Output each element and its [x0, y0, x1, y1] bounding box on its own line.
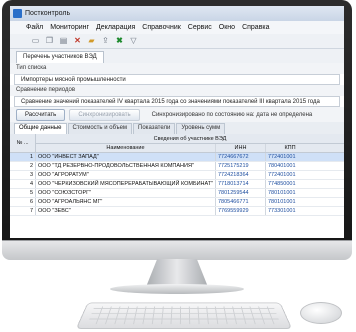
tab-general-data[interactable]: Общие данные: [14, 123, 67, 134]
menu-bar: Файл Мониторинг Декларация Справочник Се…: [10, 21, 344, 34]
table-row[interactable]: 5 ООО "СОЮЗСТОРГ" 7801259544 780101001: [10, 189, 344, 198]
row-kpp: 774850001: [268, 181, 296, 187]
column-inn-header[interactable]: ИНН: [216, 144, 266, 152]
table-row[interactable]: 2 ООО "ТД РЕЗЕРВНО-ПРОДОВОЛЬСТВЕННАЯ КОМ…: [10, 162, 344, 171]
group-header-label: Сведения об участнике ВЭД: [153, 136, 227, 142]
row-name: ООО "ИНВЕСТ ЗАПАД": [36, 153, 216, 161]
monitor-stand: [110, 284, 244, 294]
menu-reference[interactable]: Справочник: [142, 24, 181, 31]
participants-grid: № ... Сведения об участнике ВЭД Наименов…: [10, 134, 344, 216]
sync-status: Синхронизировано по состоянию на: дата н…: [151, 111, 313, 118]
toolbar: ▭ ❐ ▤ ✕ ▰ ⇪ ✖ ▽: [10, 34, 344, 49]
row-inn: 7769559929: [216, 207, 266, 215]
tab-cost-volume[interactable]: Стоимость и объем: [67, 123, 133, 134]
calculate-button[interactable]: Рассчитать: [16, 108, 66, 121]
data-tabs: Общие данные Стоимость и объем Показател…: [10, 122, 344, 134]
table-row[interactable]: 3 ООО "АГРОРАТУМ" 7724218364 772401001: [10, 171, 344, 180]
column-name-header[interactable]: Наименование: [36, 144, 216, 152]
menu-help[interactable]: Справка: [242, 24, 269, 31]
row-inn: 7724667672: [216, 153, 266, 161]
table-row[interactable]: 4 ООО "ЧЕРКИЗОВСКИЙ МЯСОПЕРЕРАБАТЫВАЮЩИЙ…: [10, 180, 344, 189]
row-name: ООО "ЧЕРКИЗОВСКИЙ МЯСОПЕРЕРАБАТЫВАЮЩИЙ К…: [36, 180, 216, 188]
grid-column-headers: Наименование ИНН КПП: [36, 144, 344, 153]
table-row[interactable]: 1 ООО "ИНВЕСТ ЗАПАД" 7724667672 77240100…: [10, 153, 344, 162]
keyboard-keys: [87, 306, 281, 325]
app-icon: [13, 9, 22, 18]
column-number-header[interactable]: № ...: [10, 134, 36, 153]
period-field[interactable]: Сравнение значений показателей IV кварта…: [14, 96, 340, 107]
monitor-neck: [146, 259, 208, 287]
menu-service[interactable]: Сервис: [188, 24, 212, 31]
mouse: [300, 302, 342, 324]
menu-window[interactable]: Окно: [219, 24, 235, 31]
row-name: ООО "СОЮЗСТОРГ": [36, 189, 216, 197]
row-name: ООО "АГРОАЛЬЯНС МГ": [36, 198, 216, 206]
row-kpp: 780101001: [268, 199, 296, 205]
sync-button[interactable]: Синхронизировать: [69, 108, 140, 121]
row-inn: 7718013714: [216, 180, 266, 188]
tab-amount-level[interactable]: Уровень сумм: [176, 123, 226, 134]
row-number: 1: [10, 153, 36, 161]
row-name: ООО "АГРОРАТУМ": [36, 171, 216, 179]
excel-icon[interactable]: ✖: [114, 36, 125, 47]
row-number: 6: [10, 198, 36, 206]
row-number: 4: [10, 180, 36, 188]
folder-icon[interactable]: ▰: [86, 36, 97, 47]
column-kpp-header[interactable]: КПП: [266, 144, 314, 152]
row-kpp: 780401001: [268, 163, 296, 169]
menu-declaration[interactable]: Декларация: [96, 24, 135, 31]
title-bar: Постконтроль: [10, 6, 344, 21]
row-kpp: 780101001: [268, 190, 296, 196]
row-number: 3: [10, 171, 36, 179]
row-inn: 7801259544: [216, 189, 266, 197]
document-tabs: Перечень участников ВЭД: [10, 49, 344, 63]
row-number: 5: [10, 189, 36, 197]
row-kpp: 772401001: [268, 154, 296, 160]
copy-icon[interactable]: ❐: [44, 36, 55, 47]
table-row[interactable]: 7 ООО "ЗЕВС" 7769559929 773301001: [10, 207, 344, 216]
tab-indicators[interactable]: Показатели: [133, 123, 176, 134]
keyboard: [75, 302, 293, 330]
menu-file[interactable]: Файл: [26, 24, 43, 31]
paste-icon[interactable]: ▤: [58, 36, 69, 47]
export-icon[interactable]: ⇪: [100, 36, 111, 47]
row-inn: 7805466771: [216, 198, 266, 206]
new-icon[interactable]: ▭: [30, 36, 41, 47]
row-name: ООО "ТД РЕЗЕРВНО-ПРОДОВОЛЬСТВЕННАЯ КОМПА…: [36, 162, 216, 170]
list-type-field[interactable]: Импортеры мясной промышленности: [14, 74, 340, 85]
row-name: ООО "ЗЕВС": [36, 207, 216, 215]
table-row[interactable]: 6 ООО "АГРОАЛЬЯНС МГ" 7805466771 7801010…: [10, 198, 344, 207]
menu-monitoring[interactable]: Мониторинг: [50, 24, 89, 31]
grid-group-header: Сведения об участнике ВЭД: [36, 134, 344, 144]
row-number: 2: [10, 162, 36, 170]
row-kpp: 773301001: [268, 208, 296, 214]
row-number: 7: [10, 207, 36, 215]
delete-icon[interactable]: ✕: [72, 36, 83, 47]
screen: Постконтроль Файл Мониторинг Декларация …: [10, 6, 344, 238]
window-title: Постконтроль: [25, 10, 71, 17]
period-label: Сравнение периодов: [10, 85, 344, 96]
action-bar: Рассчитать Синхронизировать Синхронизиро…: [10, 107, 344, 122]
tab-participants-list[interactable]: Перечень участников ВЭД: [16, 51, 104, 63]
list-type-label: Тип списка: [10, 63, 344, 74]
row-inn: 7724218364: [216, 171, 266, 179]
filter-icon[interactable]: ▽: [128, 36, 139, 47]
row-inn: 7725175219: [216, 162, 266, 170]
monitor-chin: [2, 240, 352, 260]
row-kpp: 772401001: [268, 172, 296, 178]
